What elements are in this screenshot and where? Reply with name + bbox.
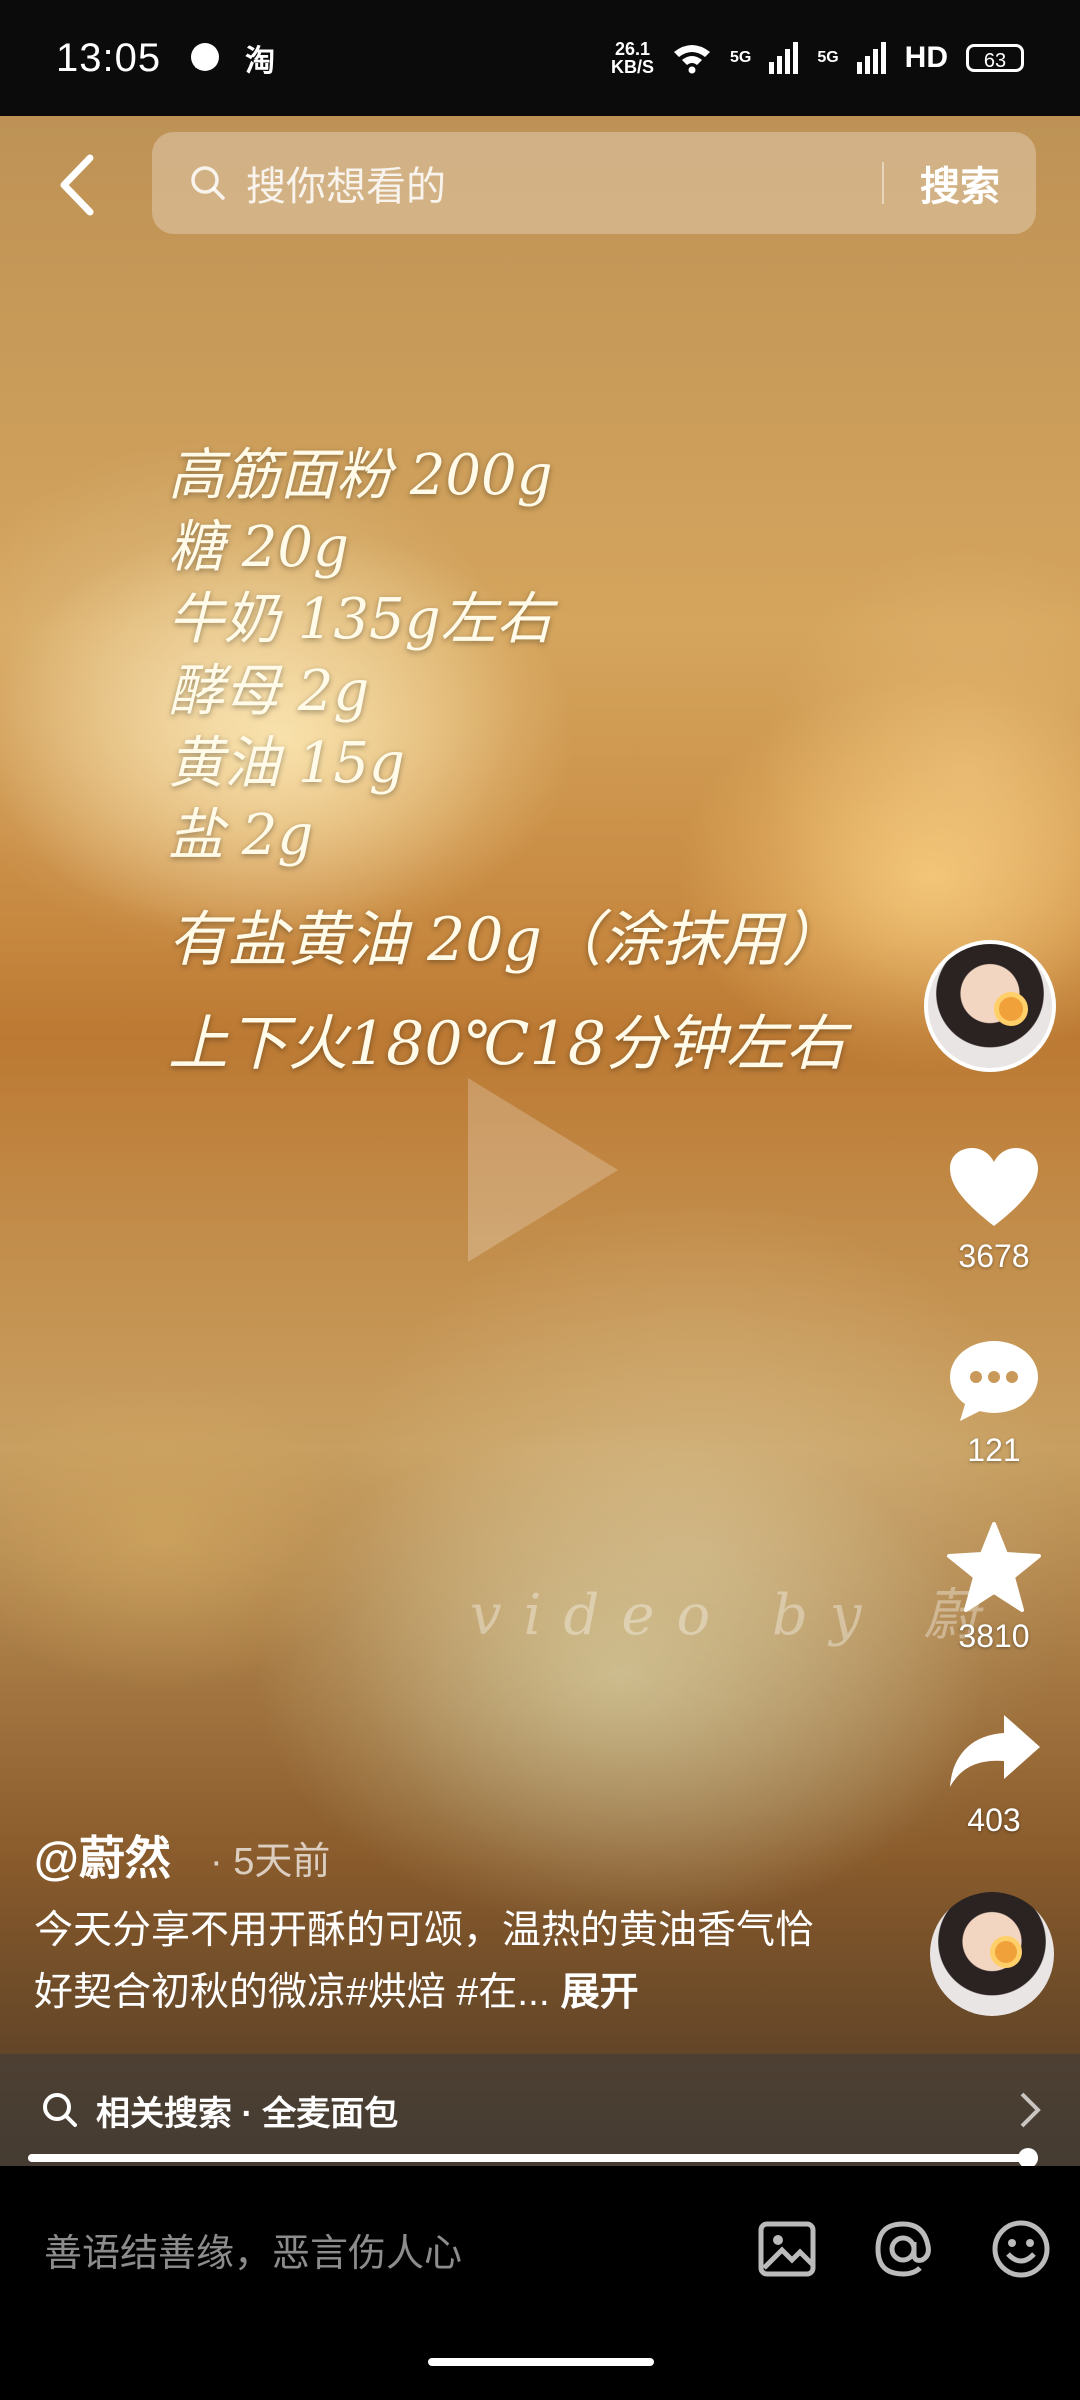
search-icon xyxy=(43,2093,77,2127)
recipe-line: 糖 20g xyxy=(168,515,349,580)
share-icon xyxy=(950,1715,1040,1787)
search-button[interactable]: 搜索 xyxy=(920,154,1000,212)
signal-5g-label-1: 5G xyxy=(729,49,752,66)
favorite-count: 3810 xyxy=(958,1618,1030,1654)
heart-icon xyxy=(950,1148,1038,1226)
progress-fill xyxy=(28,2154,1028,2162)
at-icon[interactable] xyxy=(872,2218,934,2280)
creator-avatar[interactable] xyxy=(924,940,1056,1072)
music-avatar[interactable] xyxy=(930,1892,1054,2016)
recipe-line: 酵母 2g xyxy=(168,659,370,724)
battery-indicator: 63 xyxy=(966,44,1024,72)
post-description[interactable]: 今天分享不用开酥的可颂，温热的黄油香气恰好契合初秋的微凉#烘焙 #在... 展开 xyxy=(34,1900,834,2024)
signal-bars-icon-2 xyxy=(856,42,886,74)
message-bubble-icon xyxy=(191,43,220,71)
description-text: 今天分享不用开酥的可颂，温热的黄油香气恰好契合初秋的微凉#烘焙 #在... xyxy=(34,1909,815,2014)
like-count: 3678 xyxy=(958,1238,1030,1274)
recipe-overlay: 高筋面粉 200g 糖 20g 牛奶 135g左右 酵母 2g 黄油 15g 盐… xyxy=(168,440,846,1080)
donut-icon xyxy=(994,992,1028,1026)
play-icon[interactable] xyxy=(468,1078,618,1262)
recipe-extra: 有盐黄油 20g（涂抹用） xyxy=(168,905,842,975)
recipe-line: 黄油 15g xyxy=(168,731,405,796)
video-watermark: video by 蔚 xyxy=(470,1583,1002,1648)
recipe-line: 牛奶 135g左右 xyxy=(168,587,553,652)
related-search-bar[interactable]: 相关搜索 · 全麦面包 xyxy=(0,2054,1080,2166)
emoji-icon[interactable] xyxy=(990,2218,1052,2280)
favorite-button[interactable]: 3810 xyxy=(924,1522,1064,1655)
progress-handle[interactable] xyxy=(1017,2148,1038,2168)
taobao-icon: 淘 xyxy=(245,45,276,78)
recipe-line: 盐 2g xyxy=(168,803,314,868)
hd-indicator: HD xyxy=(904,41,948,74)
image-icon[interactable] xyxy=(756,2218,818,2280)
share-count: 403 xyxy=(967,1802,1021,1838)
search-input[interactable]: 搜你想看的 xyxy=(246,154,446,212)
comment-count: 121 xyxy=(967,1432,1021,1468)
comment-icon xyxy=(950,1341,1038,1421)
expand-button[interactable]: 展开 xyxy=(561,1971,639,2014)
search-bar[interactable]: 搜你想看的 搜索 xyxy=(152,132,1036,234)
chevron-right-icon xyxy=(1020,2092,1041,2128)
video-progress-bar[interactable] xyxy=(28,2148,1038,2168)
status-bar: 13:05 淘 26.1 KB/S 5G 5G HD 63 xyxy=(0,0,1080,116)
net-speed: 26.1 KB/S xyxy=(610,39,654,77)
like-button[interactable]: 3678 xyxy=(924,1142,1064,1275)
share-button[interactable]: 403 xyxy=(924,1706,1064,1839)
author-name[interactable]: @蔚然 xyxy=(34,1822,171,1888)
status-time: 13:05 xyxy=(56,35,162,80)
comment-button[interactable]: 121 xyxy=(924,1336,1064,1469)
donut-icon xyxy=(990,1936,1022,1968)
signal-bars-icon-1 xyxy=(769,42,799,74)
recipe-line: 高筋面粉 200g xyxy=(168,443,553,508)
post-time: · 5天前 xyxy=(210,1841,331,1883)
signal-5g-label-2: 5G xyxy=(817,49,839,66)
back-icon[interactable] xyxy=(50,150,110,220)
related-search-label: 相关搜索 · 全麦面包 xyxy=(96,2094,399,2133)
search-icon xyxy=(191,166,225,200)
star-icon xyxy=(947,1522,1041,1612)
home-indicator[interactable] xyxy=(428,2358,654,2366)
search-divider xyxy=(882,162,884,204)
comment-input[interactable]: 善语结善缘，恶言伤人心 xyxy=(44,2222,462,2277)
wifi-icon xyxy=(673,45,710,74)
recipe-bake: 上下火180℃18分钟左右 xyxy=(168,1009,846,1079)
